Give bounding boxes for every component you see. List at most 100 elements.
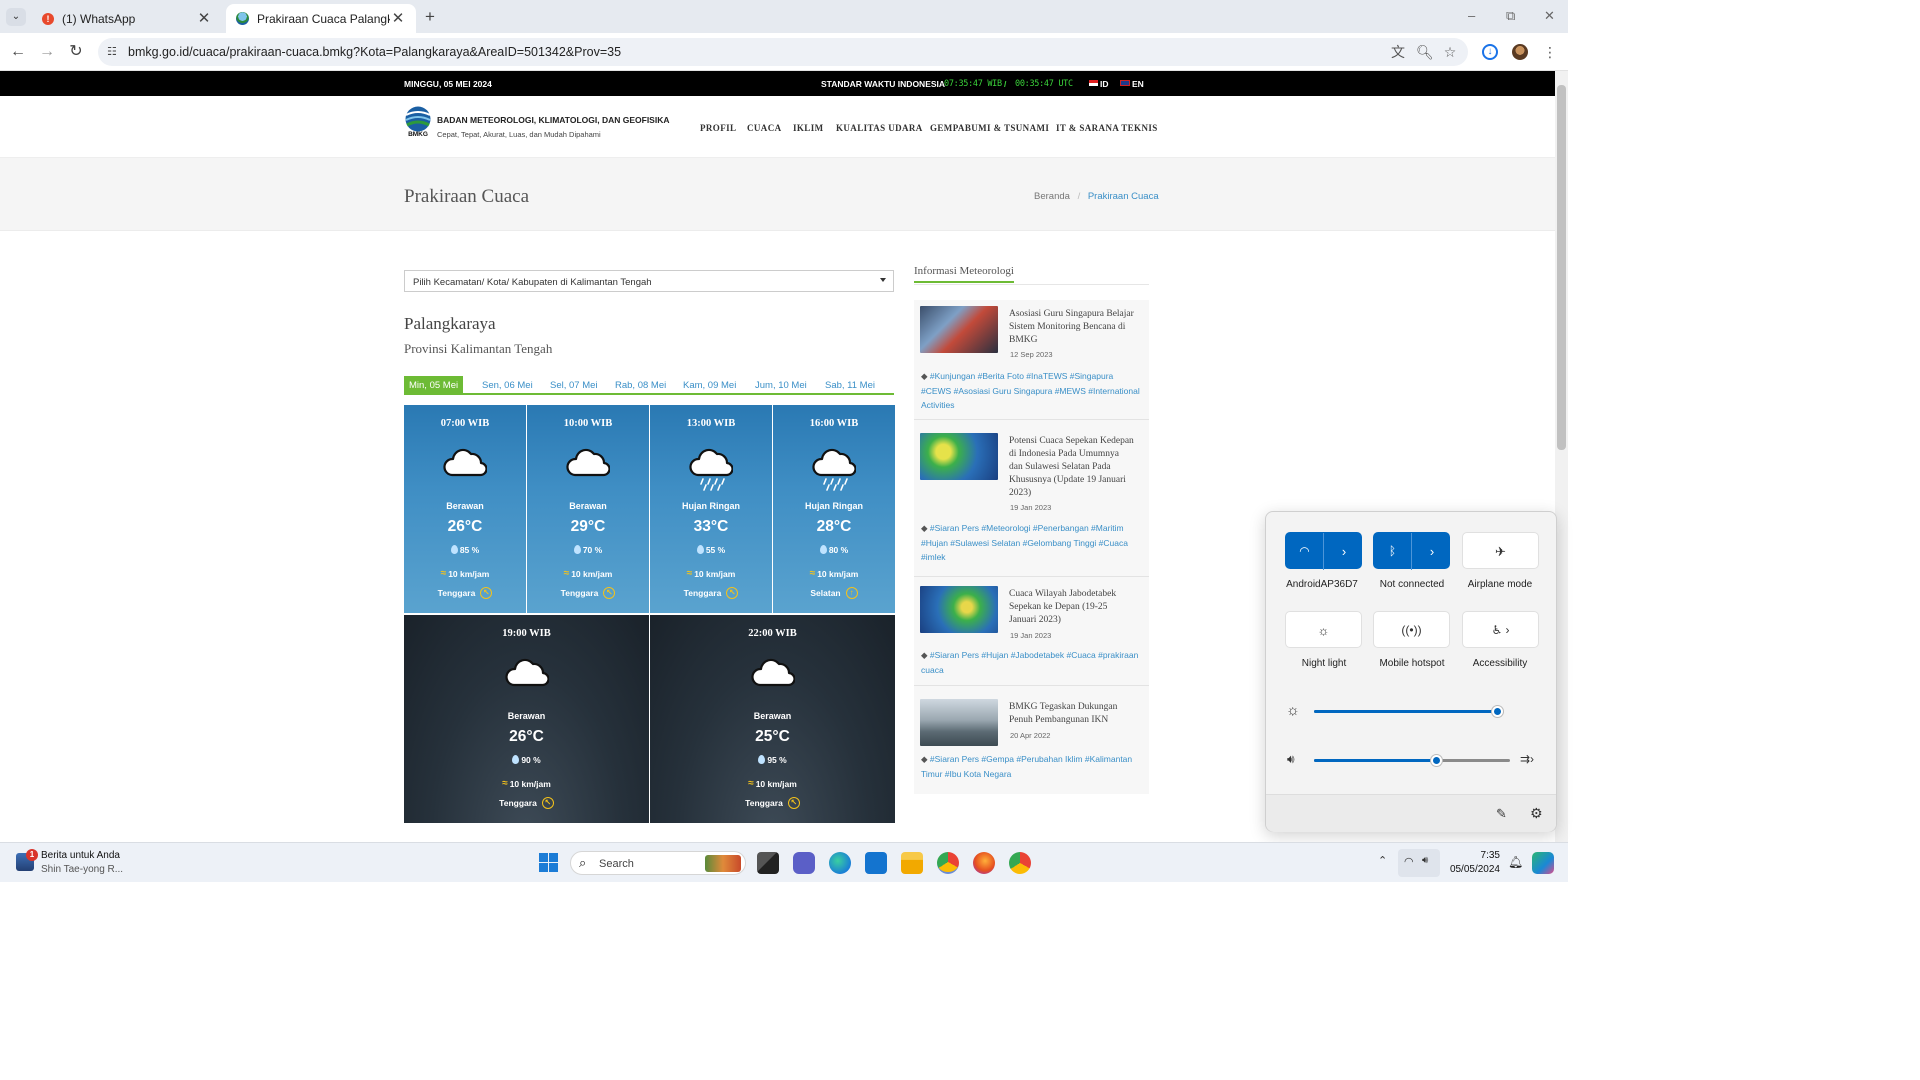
- compass-arrow-icon: ↑: [845, 587, 858, 599]
- mobile-hotspot-toggle[interactable]: ((•)): [1373, 611, 1450, 648]
- copilot-icon[interactable]: [1532, 852, 1554, 874]
- firefox-icon[interactable]: [973, 852, 995, 874]
- cloudy-icon: [750, 653, 795, 689]
- mail-icon[interactable]: [865, 852, 887, 874]
- bluetooth-toggle[interactable]: ᛒ ›: [1373, 532, 1451, 570]
- news-tags[interactable]: ◆ #Siaran Pers #Gempa #Perubahan Iklim #…: [921, 752, 1143, 781]
- volume-slider[interactable]: [1314, 755, 1510, 766]
- news-item[interactable]: Asosiasi Guru Singapura Belajar Sistem M…: [914, 300, 1149, 420]
- menu-gempabumi[interactable]: GEMPABUMI & TSUNAMI: [930, 123, 1049, 133]
- notification-bell-icon[interactable]: 🔔︎: [1508, 855, 1523, 869]
- day-tab[interactable]: Sab, 11 Mei: [820, 376, 880, 395]
- restore-icon[interactable]: ⧉: [1506, 8, 1515, 24]
- taskbar-search-box[interactable]: ⌕ Search: [570, 851, 746, 875]
- forward-icon[interactable]: →: [37, 42, 57, 62]
- edit-pencil-icon[interactable]: ✎: [1496, 806, 1507, 822]
- close-window-icon[interactable]: ✕: [1544, 8, 1555, 24]
- breadcrumb-current[interactable]: Prakiraan Cuaca: [1088, 191, 1159, 202]
- day-tab[interactable]: Kam, 09 Mei: [678, 376, 741, 395]
- news-item[interactable]: BMKG Tegaskan Dukungan Penuh Pembangunan…: [914, 693, 1149, 793]
- audio-output-icon[interactable]: ⇉›: [1520, 752, 1534, 766]
- news-tag-list[interactable]: #Siaran Pers #Meteorologi #Penerbangan #…: [921, 523, 1128, 562]
- taskbar-date[interactable]: 05/05/2024: [1440, 864, 1500, 875]
- tab-bmkg[interactable]: Prakiraan Cuaca Palangkaraya - ✕: [226, 4, 416, 33]
- day-tab[interactable]: Rab, 08 Mei: [610, 376, 671, 395]
- region-select[interactable]: Pilih Kecamatan/ Kota/ Kabupaten di Kali…: [404, 270, 894, 292]
- chevron-right-icon[interactable]: ›: [1325, 533, 1363, 570]
- news-tag-list[interactable]: #Siaran Pers #Gempa #Perubahan Iklim #Ka…: [921, 754, 1132, 779]
- wifi-toggle[interactable]: ◠ ›: [1285, 532, 1363, 570]
- tray-overflow-icon[interactable]: ⌃: [1378, 854, 1387, 867]
- tab-search-button[interactable]: ⌄: [6, 8, 26, 26]
- address-bar[interactable]: ☷ bmkg.go.id/cuaca/prakiraan-cuaca.bmkg?…: [98, 38, 1468, 66]
- news-tags[interactable]: ◆ #Siaran Pers #Meteorologi #Penerbangan…: [921, 521, 1143, 565]
- menu-profil[interactable]: PROFIL: [700, 123, 736, 133]
- tab-whatsapp[interactable]: ! (1) WhatsApp ✕: [32, 4, 222, 33]
- bookmark-star-icon[interactable]: ☆: [1442, 44, 1458, 60]
- news-widget-subtitle[interactable]: Shin Tae-yong R...: [41, 864, 123, 875]
- chrome-icon[interactable]: [937, 852, 959, 874]
- day-tab[interactable]: Sel, 07 Mei: [545, 376, 603, 395]
- night-light-toggle[interactable]: ☼: [1285, 611, 1362, 648]
- close-tab-icon[interactable]: ✕: [390, 10, 406, 27]
- news-title[interactable]: Asosiasi Guru Singapura Belajar Sistem M…: [1009, 308, 1134, 347]
- lang-en-link[interactable]: EN: [1132, 79, 1144, 89]
- taskbar-time[interactable]: 7:35: [1440, 850, 1500, 861]
- news-tags[interactable]: ◆ #Siaran Pers #Hujan #Jabodetabek #Cuac…: [921, 648, 1143, 677]
- day-tab[interactable]: Sen, 06 Mei: [477, 376, 538, 395]
- close-tab-icon[interactable]: ✕: [196, 10, 212, 27]
- file-explorer-icon[interactable]: [901, 852, 923, 874]
- airplane-mode-toggle[interactable]: ✈: [1462, 532, 1539, 569]
- translate-icon[interactable]: 文: [1390, 44, 1406, 60]
- zoom-icon[interactable]: 🔍︎: [1416, 44, 1434, 60]
- news-title[interactable]: Cuaca Wilayah Jabodetabek Sepekan ke Dep…: [1009, 588, 1134, 627]
- chevron-right-icon[interactable]: ›: [1413, 533, 1451, 570]
- news-thumbnail[interactable]: [920, 433, 998, 480]
- province-name: Provinsi Kalimantan Tengah: [404, 341, 553, 356]
- menu-cuaca[interactable]: CUACA: [747, 123, 782, 133]
- news-title[interactable]: BMKG Tegaskan Dukungan Penuh Pembangunan…: [1009, 701, 1134, 727]
- news-widget-title[interactable]: Berita untuk Anda: [41, 850, 120, 861]
- night-light-label: Night light: [1301, 658, 1347, 669]
- news-title[interactable]: Potensi Cuaca Sepekan Kedepan di Indones…: [1009, 435, 1134, 500]
- news-tag-list[interactable]: #Siaran Pers #Hujan #Jabodetabek #Cuaca …: [921, 650, 1138, 675]
- day-tab[interactable]: Min, 05 Mei: [404, 376, 464, 395]
- news-tag-list[interactable]: #Kunjungan #Berita Foto #InaTEWS #Singap…: [921, 371, 1140, 410]
- chrome-profile-icon[interactable]: [1009, 852, 1031, 874]
- site-info-icon[interactable]: ☷: [107, 45, 121, 59]
- news-thumbnail[interactable]: [920, 306, 998, 353]
- minimize-icon[interactable]: –: [1468, 8, 1475, 23]
- back-icon[interactable]: ←: [8, 42, 28, 62]
- profile-avatar[interactable]: [1512, 44, 1528, 60]
- edge-icon[interactable]: [829, 852, 851, 874]
- volume-knob[interactable]: [1431, 755, 1443, 766]
- menu-iklim[interactable]: IKLIM: [793, 123, 824, 133]
- bmkg-logo-icon[interactable]: BMKG: [404, 106, 432, 138]
- more-menu-icon[interactable]: ⋮: [1542, 44, 1558, 60]
- teams-chat-icon[interactable]: [793, 852, 815, 874]
- brightness-slider[interactable]: [1314, 706, 1504, 717]
- menu-kualitas-udara[interactable]: KUALITAS UDARA: [836, 123, 923, 133]
- lang-id-link[interactable]: ID: [1100, 79, 1109, 89]
- new-tab-icon[interactable]: +: [425, 7, 435, 27]
- download-icon[interactable]: ↓: [1482, 44, 1498, 60]
- task-view-icon[interactable]: [757, 852, 779, 874]
- day-tab[interactable]: Jum, 10 Mei: [750, 376, 812, 395]
- accessibility-toggle[interactable]: ♿ ›: [1462, 611, 1539, 648]
- volume-icon[interactable]: 🔊︎: [1287, 752, 1295, 767]
- brightness-knob[interactable]: [1492, 706, 1504, 717]
- network-volume-tray[interactable]: ◠ 🔊︎: [1398, 849, 1440, 877]
- news-item[interactable]: Cuaca Wilayah Jabodetabek Sepekan ke Dep…: [914, 580, 1149, 686]
- start-icon[interactable]: [539, 853, 559, 873]
- news-thumbnail[interactable]: [920, 586, 998, 633]
- news-tags[interactable]: ◆ #Kunjungan #Berita Foto #InaTEWS #Sing…: [921, 369, 1143, 413]
- news-item[interactable]: Potensi Cuaca Sepekan Kedepan di Indones…: [914, 427, 1149, 577]
- settings-gear-icon[interactable]: ⚙: [1530, 805, 1543, 822]
- menu-it-sarana[interactable]: IT & SARANA TEKNIS: [1056, 123, 1158, 133]
- logo-text: BMKG: [408, 131, 428, 138]
- scrollbar-thumb[interactable]: [1557, 85, 1566, 450]
- reload-icon[interactable]: ↻: [66, 42, 86, 62]
- news-thumbnail[interactable]: [920, 699, 998, 746]
- breadcrumb-home[interactable]: Beranda: [1034, 191, 1070, 202]
- forecast-wind-direction: Tenggara: [560, 588, 599, 598]
